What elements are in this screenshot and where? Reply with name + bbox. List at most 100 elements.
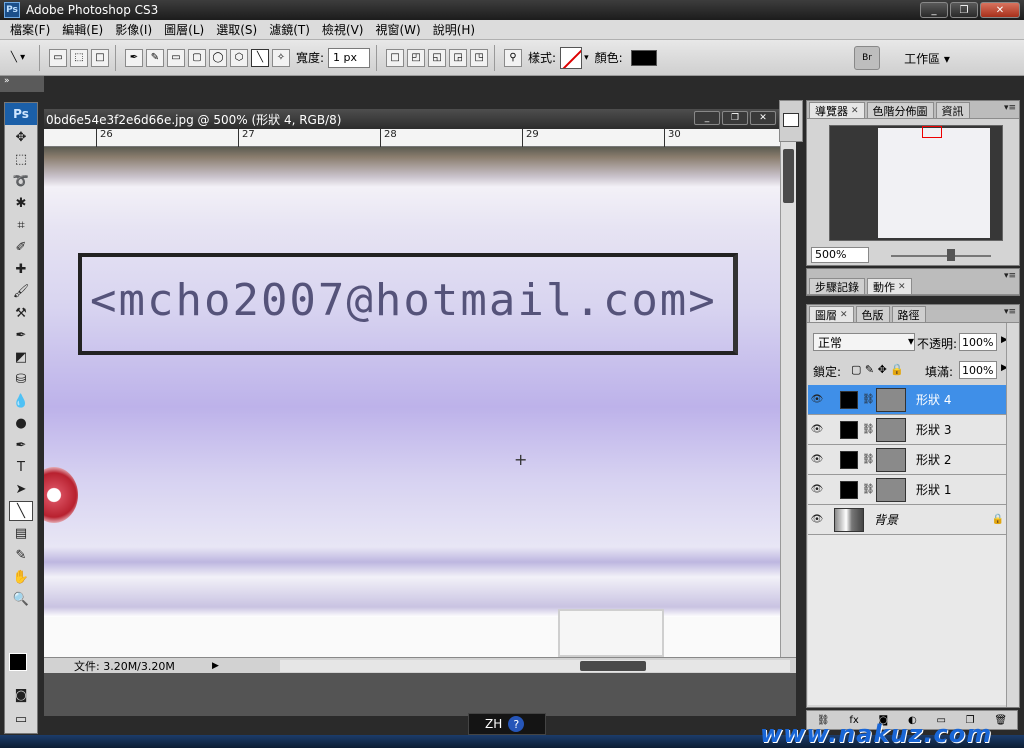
layer-name[interactable]: 形狀 1 bbox=[916, 481, 951, 498]
menu-help[interactable]: 說明(H) bbox=[427, 21, 481, 38]
tab-channels[interactable]: 色版 bbox=[855, 306, 890, 322]
close-button[interactable]: ✕ bbox=[980, 2, 1020, 18]
menu-window[interactable]: 視窗(W) bbox=[369, 21, 426, 38]
panel-icon[interactable] bbox=[783, 113, 799, 127]
tab-navigator[interactable]: 導覽器 ✕ bbox=[809, 102, 865, 118]
tab-actions[interactable]: 動作 ✕ bbox=[867, 278, 912, 294]
document-size[interactable]: 文件: 3.20M/3.20M bbox=[44, 658, 212, 674]
quick-mask-icon[interactable]: ◙ bbox=[9, 685, 33, 705]
navigator-thumbnail[interactable] bbox=[829, 125, 1003, 241]
pen-icon[interactable]: ✒ bbox=[125, 48, 143, 67]
color-swatch[interactable] bbox=[630, 49, 657, 66]
eye-icon[interactable]: 👁 bbox=[808, 514, 826, 525]
fill-input[interactable]: 100% bbox=[959, 361, 997, 379]
menu-file[interactable]: 檔案(F) bbox=[4, 21, 56, 38]
dodge-tool-icon[interactable]: ● bbox=[9, 413, 33, 433]
slice-tool-icon[interactable]: ✐ bbox=[9, 237, 33, 257]
eye-icon[interactable]: 👁 bbox=[808, 394, 826, 405]
layer-fill-thumbnail[interactable] bbox=[840, 390, 858, 409]
freeform-pen-icon[interactable]: ✎ bbox=[146, 48, 164, 67]
menu-select[interactable]: 選取(S) bbox=[210, 21, 263, 38]
add-mode-icon[interactable]: ◰ bbox=[407, 48, 426, 67]
vector-mask-thumbnail[interactable] bbox=[876, 387, 906, 412]
rounded-rectangle-icon[interactable]: ▢ bbox=[188, 48, 206, 67]
horizontal-scrollbar[interactable] bbox=[280, 660, 790, 672]
line-tool-icon[interactable]: ╲ bbox=[9, 501, 33, 521]
custom-shape-icon[interactable]: ✧ bbox=[272, 48, 290, 67]
paths-icon[interactable]: ⬚ bbox=[70, 48, 88, 67]
help-icon[interactable]: ? bbox=[508, 716, 525, 732]
healing-brush-tool-icon[interactable]: ✚ bbox=[9, 259, 33, 279]
eye-icon[interactable]: 👁 bbox=[808, 424, 826, 435]
canvas[interactable]: <mcho2007@hotmail.com> + bbox=[44, 147, 780, 657]
shape-layers-icon[interactable]: ▭ bbox=[49, 48, 67, 67]
rectangle-icon[interactable]: ▭ bbox=[167, 48, 185, 67]
layers-scrollbar[interactable] bbox=[1006, 323, 1018, 707]
layer-row-shape-4[interactable]: 👁 ⛓ 形狀 4 bbox=[808, 385, 1016, 415]
panel-menu-icon[interactable]: ▾≡ bbox=[1004, 271, 1016, 281]
bridge-button[interactable]: Br bbox=[854, 46, 880, 70]
layer-row-shape-2[interactable]: 👁 ⛓ 形狀 2 bbox=[808, 445, 1016, 475]
delete-layer-icon[interactable]: 🗑 bbox=[994, 715, 1007, 726]
eraser-tool-icon[interactable]: ◩ bbox=[9, 347, 33, 367]
hand-tool-icon[interactable]: ✋ bbox=[9, 567, 33, 587]
exclude-mode-icon[interactable]: ◳ bbox=[470, 48, 489, 67]
layer-name[interactable]: 形狀 3 bbox=[916, 421, 951, 438]
line-icon[interactable]: ╲ bbox=[251, 48, 269, 67]
new-layer-mode-icon[interactable]: □ bbox=[386, 48, 405, 67]
navigator-zoom-field[interactable]: 500% bbox=[811, 247, 869, 263]
doc-maximize-button[interactable]: ❐ bbox=[722, 111, 748, 125]
horizontal-scroll-thumb[interactable] bbox=[580, 661, 646, 671]
doc-minimize-button[interactable]: _ bbox=[694, 111, 720, 125]
ime-language[interactable]: ZH bbox=[485, 717, 502, 731]
move-tool-icon[interactable]: ✥ bbox=[9, 127, 33, 147]
style-swatch[interactable] bbox=[560, 46, 583, 69]
crop-tool-icon[interactable]: ⌗ bbox=[9, 215, 33, 235]
menu-filter[interactable]: 濾鏡(T) bbox=[263, 21, 316, 38]
workspace-button[interactable]: 工作區 ▾ bbox=[892, 46, 962, 70]
lock-icons[interactable]: ▢ ✎ ✥ 🔒 bbox=[851, 363, 904, 376]
eye-icon[interactable]: 👁 bbox=[808, 454, 826, 465]
magic-wand-tool-icon[interactable]: ✱ bbox=[9, 193, 33, 213]
doc-close-button[interactable]: ✕ bbox=[750, 111, 776, 125]
opacity-input[interactable]: 100% bbox=[959, 333, 997, 351]
menu-image[interactable]: 影像(I) bbox=[109, 21, 158, 38]
tab-info[interactable]: 資訊 bbox=[935, 102, 970, 118]
blend-mode-select[interactable]: 正常 ▾ bbox=[813, 333, 915, 351]
history-brush-tool-icon[interactable]: ✒ bbox=[9, 325, 33, 345]
panel-menu-icon[interactable]: ▾≡ bbox=[1004, 103, 1016, 113]
layer-fill-thumbnail[interactable] bbox=[840, 480, 858, 499]
tab-paths[interactable]: 路徑 bbox=[891, 306, 926, 322]
vertical-scroll-thumb[interactable] bbox=[783, 149, 794, 203]
ime-bar[interactable]: ZH ? bbox=[468, 713, 546, 735]
menu-layer[interactable]: 圖層(L) bbox=[158, 21, 210, 38]
navigator-zoom-slider[interactable] bbox=[891, 255, 991, 257]
pen-tool-icon[interactable]: ✒ bbox=[9, 435, 33, 455]
tab-history[interactable]: 步驟記錄 bbox=[809, 278, 865, 294]
polygon-icon[interactable]: ⬡ bbox=[230, 48, 248, 67]
lasso-tool-icon[interactable]: ➰ bbox=[9, 171, 33, 191]
layer-fill-thumbnail[interactable] bbox=[840, 450, 858, 469]
layer-name[interactable]: 背景 bbox=[874, 511, 898, 528]
path-selection-tool-icon[interactable]: ➤ bbox=[9, 479, 33, 499]
clone-stamp-tool-icon[interactable]: ⚒ bbox=[9, 303, 33, 323]
paint-bucket-tool-icon[interactable]: ⛁ bbox=[9, 369, 33, 389]
blur-tool-icon[interactable]: 💧 bbox=[9, 391, 33, 411]
vector-mask-thumbnail[interactable] bbox=[876, 447, 906, 472]
screen-mode-icon[interactable]: ▭ bbox=[9, 709, 33, 729]
panel-menu-icon[interactable]: ▾≡ bbox=[1004, 307, 1016, 317]
intersect-mode-icon[interactable]: ◲ bbox=[449, 48, 468, 67]
fill-pixels-icon[interactable]: □ bbox=[91, 48, 109, 67]
menu-view[interactable]: 檢視(V) bbox=[316, 21, 370, 38]
notes-tool-icon[interactable]: ▤ bbox=[9, 523, 33, 543]
width-input[interactable] bbox=[328, 47, 371, 68]
vector-mask-thumbnail[interactable] bbox=[876, 477, 906, 502]
layer-fill-thumbnail[interactable] bbox=[840, 420, 858, 439]
vertical-scrollbar[interactable] bbox=[780, 129, 796, 657]
layer-name[interactable]: 形狀 4 bbox=[916, 391, 951, 408]
restore-button[interactable]: ❐ bbox=[950, 2, 978, 18]
foreground-color-swatch[interactable] bbox=[9, 653, 27, 671]
ellipse-icon[interactable]: ◯ bbox=[209, 48, 227, 67]
layer-row-background[interactable]: 👁 背景 🔒 bbox=[808, 505, 1016, 535]
brush-tool-icon[interactable]: 🖌 bbox=[9, 281, 33, 301]
